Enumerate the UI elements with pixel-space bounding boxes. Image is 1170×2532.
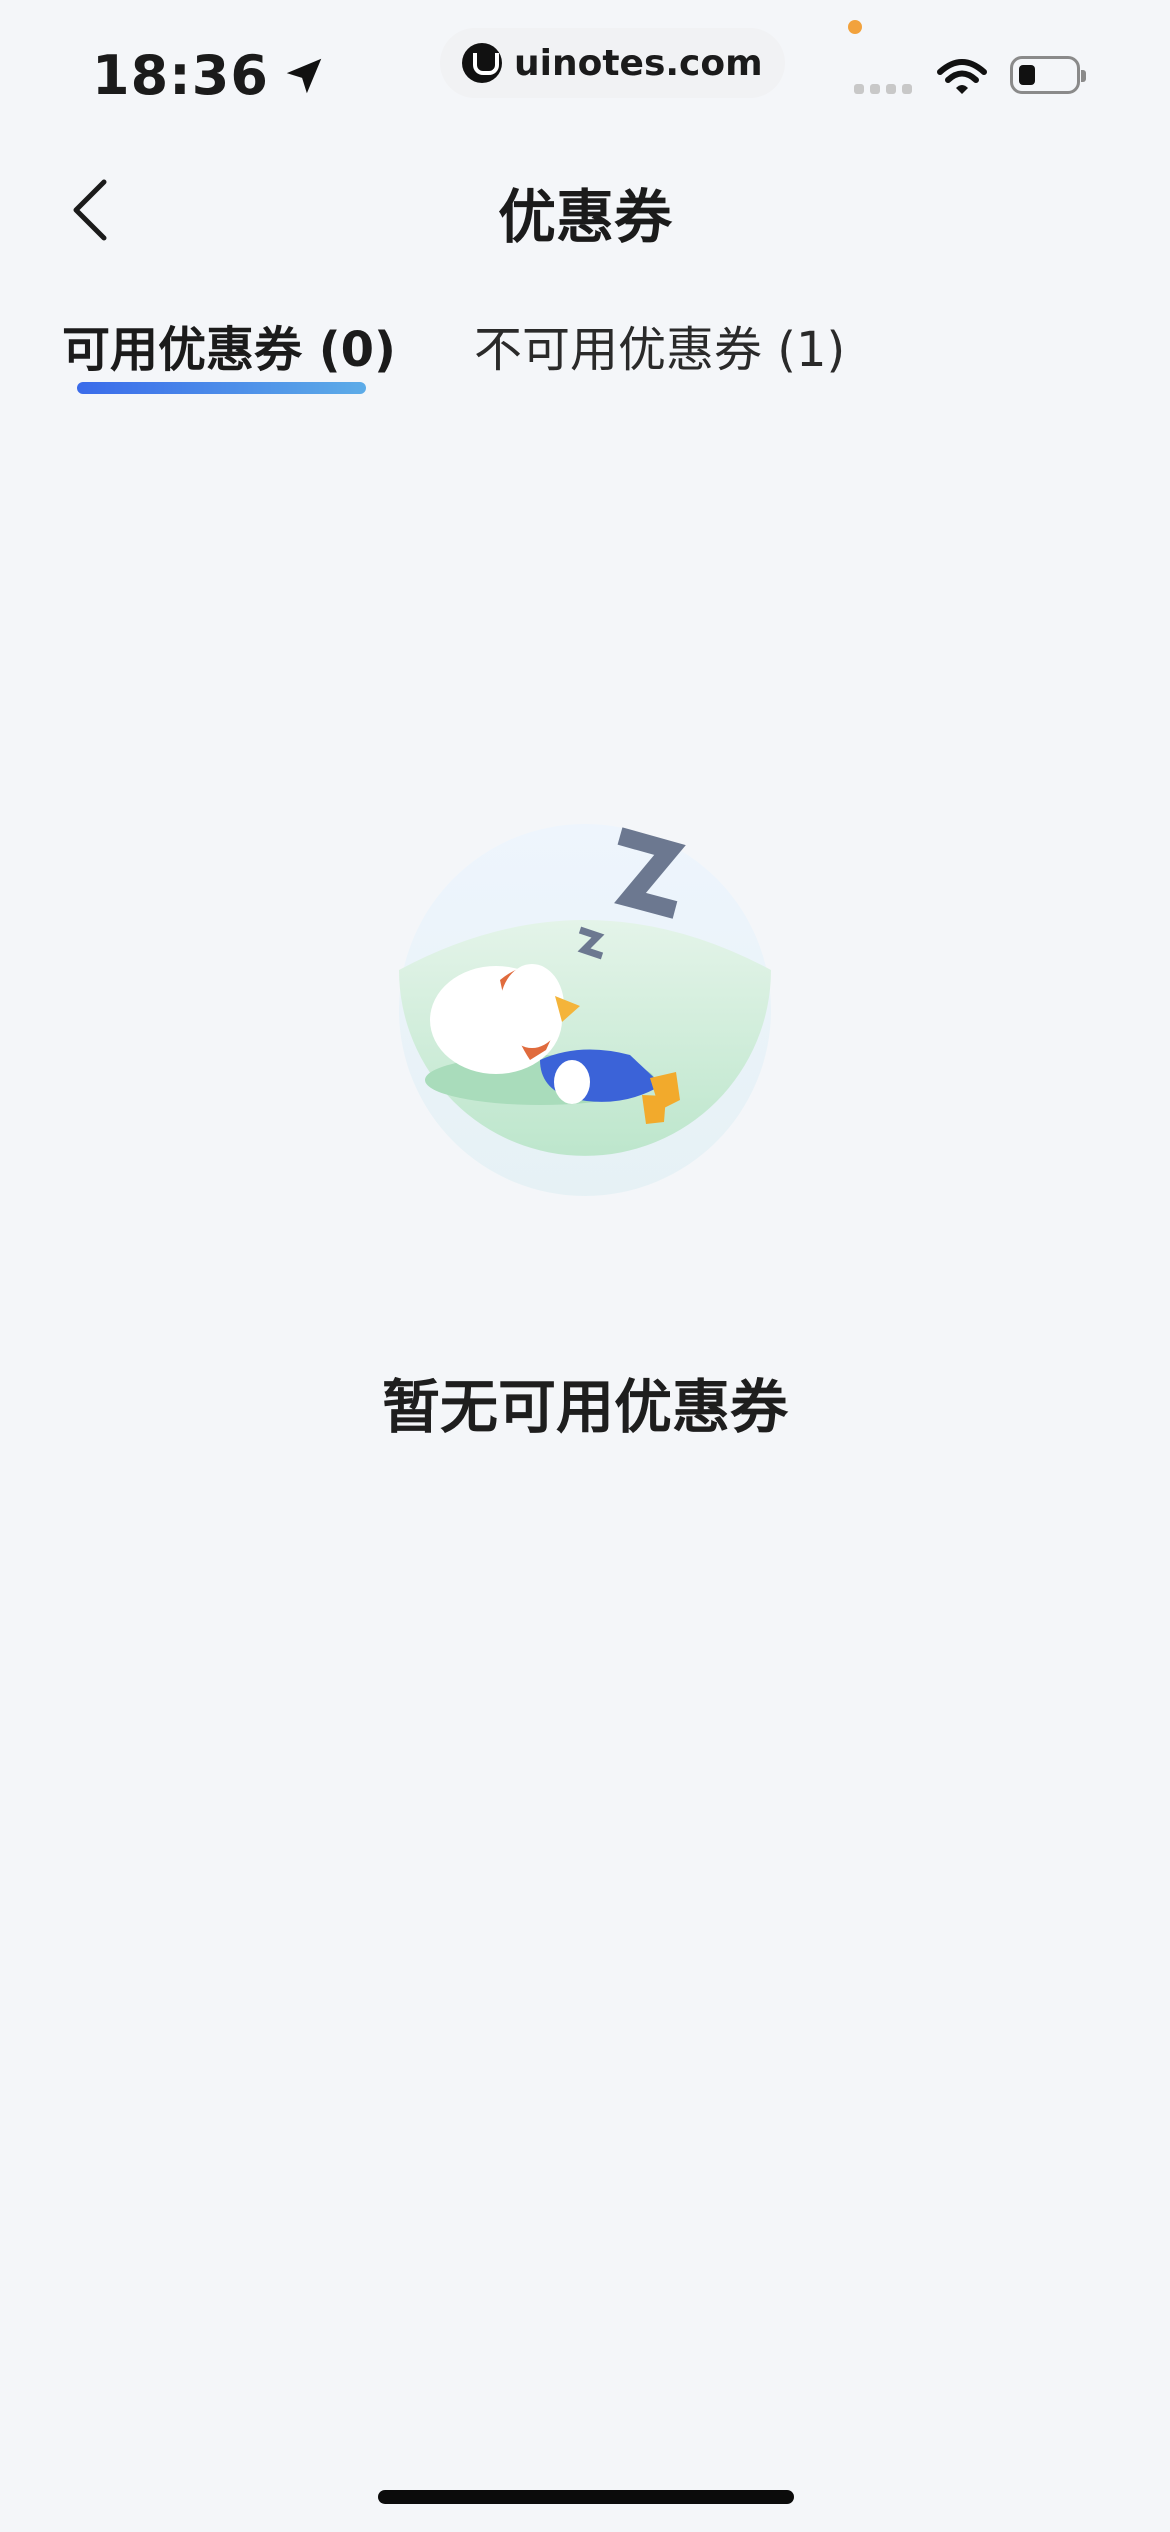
cellular-signal-icon (854, 84, 912, 94)
wifi-icon (936, 58, 988, 102)
tab-unavailable-coupons[interactable]: 不可用优惠券 (1) (474, 310, 845, 380)
home-indicator[interactable] (378, 2490, 794, 2504)
coupon-tabs: 可用优惠券 (0) 不可用优惠券 (1) (0, 300, 1170, 410)
battery-icon (1010, 56, 1086, 94)
status-time: 18:36 (92, 44, 327, 107)
url-pill[interactable]: uinotes.com (440, 28, 785, 98)
location-arrow-icon (281, 53, 327, 99)
site-logo-icon (462, 43, 502, 83)
url-text: uinotes.com (514, 42, 763, 84)
tab-available-coupons[interactable]: 可用优惠券 (0) (62, 310, 396, 380)
status-bar: 18:36 uinotes.com (0, 0, 1170, 140)
sleeping-character-icon (380, 810, 790, 1210)
page-title: 优惠券 (497, 183, 672, 251)
empty-state-message: 暂无可用优惠券 (381, 1373, 788, 1441)
navigation-bar: 优惠券 (0, 160, 1170, 260)
status-time-text: 18:36 (92, 44, 269, 107)
privacy-indicator-dot (848, 20, 862, 34)
active-tab-indicator (77, 382, 366, 394)
